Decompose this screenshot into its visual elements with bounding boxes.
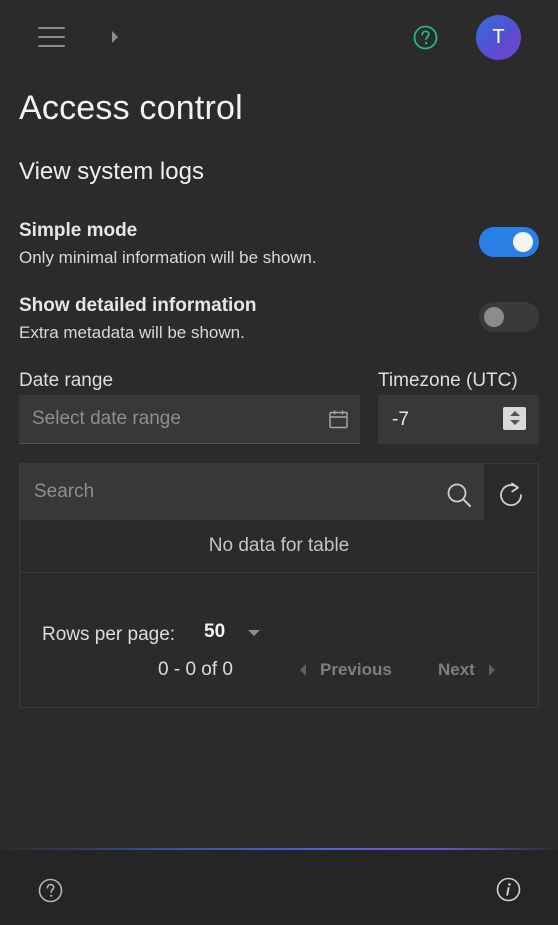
date-range-label: Date range [19, 370, 114, 391]
search-icon[interactable] [446, 482, 472, 508]
breadcrumb-expand-icon[interactable] [112, 31, 118, 43]
info-icon[interactable] [496, 877, 521, 902]
timezone-stepper[interactable] [503, 407, 526, 430]
help-icon[interactable] [38, 878, 63, 903]
avatar-initial: T [492, 26, 505, 48]
timezone-input[interactable]: -7 [378, 395, 539, 444]
section-title: View system logs [19, 158, 204, 185]
simple-mode-description: Only minimal information will be shown. [19, 248, 317, 267]
menu-icon[interactable] [38, 27, 65, 47]
stepper-up-icon[interactable] [510, 411, 520, 416]
empty-table-message: No data for table [20, 520, 538, 573]
rows-per-page-value: 50 [204, 621, 226, 642]
toggle-knob [513, 232, 533, 252]
rows-per-page-select[interactable]: 50 [204, 621, 264, 647]
chevron-right-icon [488, 664, 495, 676]
search-placeholder: Search [34, 481, 95, 502]
pagination-range: 0 - 0 of 0 [158, 659, 233, 680]
date-range-input[interactable]: Select date range [19, 395, 360, 444]
footer-divider [0, 848, 558, 850]
chevron-down-icon [248, 630, 260, 636]
help-icon[interactable] [413, 25, 438, 50]
rows-per-page-label: Rows per page: [42, 624, 176, 645]
simple-mode-title: Simple mode [19, 220, 138, 241]
chevron-left-icon [300, 664, 306, 676]
next-page-button[interactable]: Next [438, 657, 495, 683]
timezone-label: Timezone (UTC) [378, 370, 518, 391]
next-label: Next [438, 660, 475, 679]
toggle-knob [484, 307, 504, 327]
timezone-value: -7 [392, 408, 409, 430]
simple-mode-toggle[interactable] [479, 227, 539, 257]
previous-label: Previous [320, 660, 392, 679]
detailed-info-toggle[interactable] [479, 302, 539, 332]
refresh-icon[interactable] [497, 481, 525, 509]
calendar-icon[interactable] [329, 410, 348, 429]
detailed-info-description: Extra metadata will be shown. [19, 323, 245, 342]
search-input[interactable]: Search [20, 464, 484, 520]
detailed-info-title: Show detailed information [19, 295, 257, 316]
footer-bar [0, 848, 558, 925]
logs-table-panel: Search No data for table Rows per page: … [19, 463, 539, 708]
page-title: Access control [19, 89, 243, 127]
user-avatar[interactable]: T [476, 15, 521, 60]
previous-page-button[interactable]: Previous [300, 657, 392, 683]
top-bar: T [0, 0, 558, 76]
date-range-placeholder: Select date range [32, 408, 181, 429]
stepper-down-icon[interactable] [510, 420, 520, 425]
